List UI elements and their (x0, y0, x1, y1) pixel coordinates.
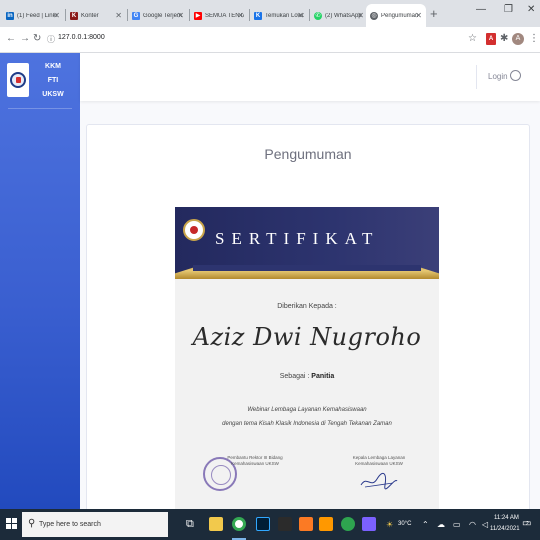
signer-right-title: Kepala Lembaga Layanan Kemahasiswaan UKS… (352, 455, 406, 466)
new-tab-icon[interactable]: + (430, 6, 438, 21)
wifi-icon[interactable]: ◠ (469, 520, 476, 529)
google-translate-icon: G (132, 11, 140, 20)
tab-google-translate[interactable]: G Google Terjem ✕ (128, 4, 188, 27)
event-line-2: dengan tema Kisah Klasik Indonesia di Te… (222, 421, 392, 427)
brand-line: UKSW (42, 91, 64, 98)
notification-count: 2 (526, 521, 529, 527)
close-icon[interactable]: ✕ (177, 11, 184, 20)
brand-text: KKM FTI UKSW (34, 60, 72, 102)
tab-konter[interactable]: K Konter ✕ (66, 4, 126, 27)
whatsapp-icon: ✆ (314, 11, 322, 20)
user-icon[interactable] (510, 70, 521, 81)
tab-label: (1) Feed | Linke (17, 12, 57, 19)
tab-job-search[interactable]: K Temukan Lowo ✕ (250, 4, 308, 27)
restore-icon[interactable]: ❐ (504, 4, 513, 15)
close-icon[interactable]: ✕ (237, 11, 244, 20)
sidebar-brand[interactable]: KKM FTI UKSW (4, 57, 76, 105)
close-icon[interactable]: ✕ (357, 11, 364, 20)
brand-line: KKM (45, 63, 61, 70)
youtube-icon: ▶ (194, 11, 202, 20)
role-line: Sebagai : Panitia (175, 373, 439, 380)
close-icon[interactable]: ✕ (115, 11, 122, 20)
role-prefix: Sebagai : (279, 373, 312, 380)
signature (360, 472, 398, 490)
search-icon: ⚲ (28, 518, 36, 529)
chrome-icon[interactable] (232, 517, 246, 531)
event-line-1: Webinar Lembaga Layanan Kemahasiswaan (247, 407, 367, 413)
xampp-icon[interactable] (299, 517, 313, 531)
app-icon-2[interactable] (341, 517, 355, 531)
job-site-icon: K (254, 11, 262, 20)
forward-icon[interactable]: → (20, 33, 30, 44)
search-placeholder: Type here to search (39, 521, 101, 528)
info-icon[interactable]: ⓘ (47, 34, 55, 45)
minimize-icon[interactable]: — (476, 4, 486, 15)
page-content: KKM FTI UKSW Login Pengumuman SERTIFIKAT… (0, 53, 540, 509)
tab-pengumuman[interactable]: ◎ Pengumuman ✕ (366, 4, 426, 27)
globe-icon: ◎ (370, 11, 378, 20)
login-link[interactable]: Login (488, 72, 508, 81)
clock-time[interactable]: 11:24 AM (494, 515, 519, 521)
weather-icon[interactable]: ☀ (386, 520, 393, 529)
tray-icon[interactable]: ⌃ (422, 520, 429, 529)
temperature[interactable]: 30°C (398, 521, 411, 527)
photoshop-icon[interactable] (256, 517, 270, 531)
battery-icon[interactable]: ▭ (453, 520, 461, 529)
file-explorer-icon[interactable] (209, 517, 223, 531)
windows-start-icon[interactable] (6, 518, 18, 530)
network-icon[interactable]: ☁ (437, 520, 445, 529)
sidebar-divider (8, 108, 72, 109)
linkedin-icon: in (6, 11, 14, 20)
sublime-text-icon[interactable] (319, 517, 333, 531)
app-icon[interactable] (278, 517, 292, 531)
menu-icon[interactable]: ⋮ (529, 33, 539, 44)
close-icon[interactable]: ✕ (53, 11, 60, 20)
role-value: Panitia (311, 373, 335, 380)
task-view-icon[interactable]: ⧉ (186, 518, 194, 531)
extensions-icon[interactable]: ✱ (500, 33, 508, 44)
recipient-name: Aziz Dwi Nugroho (192, 323, 422, 351)
close-icon[interactable]: ✕ (297, 11, 304, 20)
certificate-image: SERTIFIKAT Diberikan Kepada : Aziz Dwi N… (175, 207, 439, 509)
reload-icon[interactable]: ↻ (33, 33, 41, 44)
address-bar[interactable]: 127.0.0.1:8000 (58, 34, 105, 41)
browser-toolbar: ← → ↻ ⓘ 127.0.0.1:8000 ☆ A ✱ A ⋮ (0, 27, 540, 53)
window-close-icon[interactable]: ✕ (527, 4, 535, 15)
brand-line: FTI (47, 77, 59, 84)
sidebar: KKM FTI UKSW (0, 53, 80, 509)
star-icon[interactable]: ☆ (468, 33, 477, 44)
topbar-divider (476, 65, 477, 89)
topbar: Login (80, 53, 540, 101)
pdf-extension-icon[interactable]: A (486, 33, 496, 45)
tab-whatsapp[interactable]: ✆ (2) WhatsApp ✕ (310, 4, 368, 27)
signer-left-title: Pembantu Rektor III Bidang Kemahasiswaan… (227, 455, 283, 466)
announcement-card: Pengumuman SERTIFIKAT Diberikan Kepada :… (86, 124, 530, 509)
browser-tab-strip: in (1) Feed | Linke ✕ K Konter ✕ G Googl… (0, 0, 540, 27)
volume-icon[interactable]: ◁ (482, 520, 488, 529)
header-bottom (193, 265, 421, 271)
windows-taskbar: ⚲ Type here to search ⧉ ☀ 30°C ⌃ ☁ ▭ ◠ ◁… (0, 509, 540, 540)
back-icon[interactable]: ← (6, 33, 16, 44)
clock-date[interactable]: 11/24/2021 (490, 526, 520, 532)
profile-avatar[interactable]: A (512, 33, 524, 45)
page-title: Pengumuman (264, 146, 352, 162)
close-icon[interactable]: ✕ (415, 11, 422, 20)
tab-youtube[interactable]: ▶ SEMUA TENTA ✕ (190, 4, 248, 27)
university-seal-icon (183, 219, 205, 241)
tab-linkedin[interactable]: in (1) Feed | Linke ✕ (2, 4, 64, 27)
given-to-label: Diberikan Kepada : (277, 303, 337, 310)
university-logo (7, 63, 29, 97)
app-icon-3[interactable] (362, 517, 376, 531)
certificate-heading: SERTIFIKAT (215, 229, 380, 248)
taskbar-search[interactable]: ⚲ Type here to search (22, 512, 168, 537)
konter-icon: K (70, 11, 78, 20)
